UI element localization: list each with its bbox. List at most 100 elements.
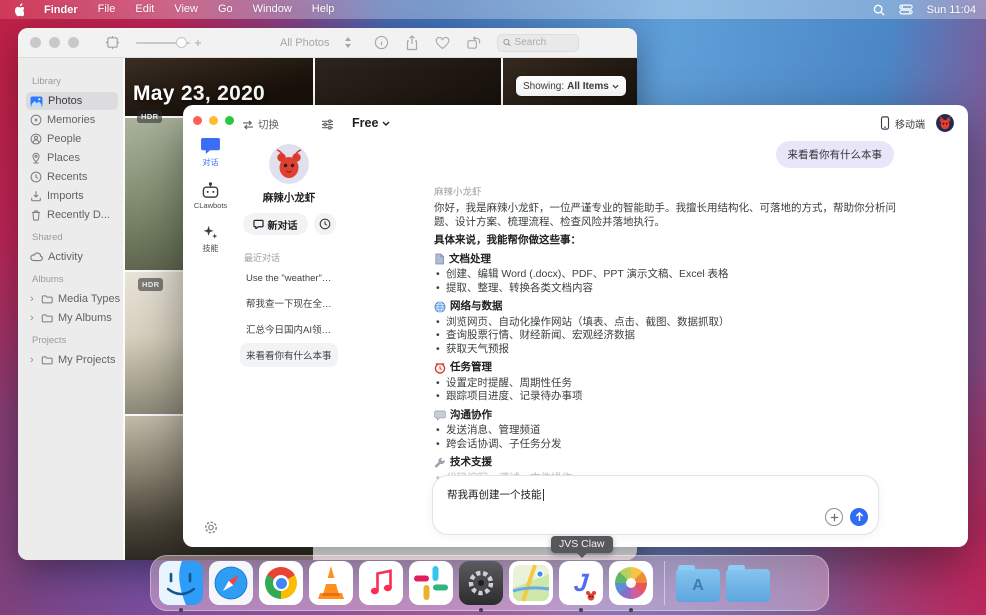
dock-vlc[interactable]	[309, 561, 353, 605]
assistant-lead: 具体来说，我能帮你做这些事：	[434, 234, 900, 248]
chevron-right-icon[interactable]: ›	[30, 293, 36, 305]
showing-filter-button[interactable]: Showing: All Items	[516, 76, 626, 96]
chevron-right-icon[interactable]: ›	[30, 354, 36, 366]
apple-icon[interactable]	[12, 3, 24, 17]
plan-selector[interactable]: Free	[352, 116, 390, 130]
sidebar-section-title: Projects	[32, 335, 123, 346]
menu-clock[interactable]: Sun 11:04	[927, 4, 976, 16]
menu-go[interactable]: Go	[208, 0, 243, 19]
nav-conversations[interactable]: 对话	[200, 137, 221, 168]
attach-plus-button[interactable]	[825, 508, 843, 526]
bullet-item: 跟踪项目进度、记录待办事项	[434, 390, 900, 404]
sidebar-item-recently-deleted[interactable]: Recently D...	[30, 206, 123, 224]
assistant-intro: 你好，我是麻辣小龙虾，一位严谨专业的智能助手。我擅长用结构化、可落地的方式，帮助…	[434, 202, 900, 229]
hdr-badge: HDR	[137, 110, 162, 123]
section-title: 网络与数据	[434, 300, 900, 314]
conversation-panel: 切换 麻辣小龙虾 新对话 最近对话 Use the "weather" skil…	[238, 105, 340, 547]
dock-system-settings[interactable]	[459, 561, 503, 605]
dock-music[interactable]	[359, 561, 403, 605]
sidebar-item-memories[interactable]: Memories	[30, 111, 123, 129]
sidebar-item-media-types[interactable]: › Media Types	[30, 290, 123, 308]
sidebar-item-photos[interactable]: Photos	[26, 92, 118, 110]
chat-main-area: Free 移动端 来看看你有什么本事 麻辣小龙虾 你好，我是麻辣小龙虾，一位严谨…	[340, 105, 968, 547]
assistant-message-author: 麻辣小龙虾	[434, 184, 900, 198]
control-center-icon[interactable]	[899, 4, 913, 15]
favorite-icon[interactable]	[435, 36, 450, 50]
menu-view[interactable]: View	[164, 0, 208, 19]
menu-window[interactable]: Window	[243, 0, 302, 19]
nav-clawbots[interactable]: CLawbots	[194, 182, 227, 210]
sidebar-item-my-projects[interactable]: › My Projects	[30, 351, 123, 369]
rotate-icon[interactable]	[466, 35, 481, 50]
dock-photos[interactable]	[609, 561, 653, 605]
folder-icon	[41, 355, 53, 365]
dock-documents-folder[interactable]	[726, 561, 770, 605]
menu-edit[interactable]: Edit	[125, 0, 164, 19]
photos-search-field[interactable]	[497, 34, 579, 52]
history-button[interactable]	[314, 213, 336, 235]
mobile-link-label[interactable]: 移动端	[895, 116, 925, 131]
dock-chrome[interactable]	[259, 561, 303, 605]
zoom-button[interactable]	[68, 37, 79, 48]
menu-help[interactable]: Help	[302, 0, 345, 19]
search-input[interactable]	[515, 37, 573, 48]
nav-skills[interactable]: 技能	[202, 224, 219, 254]
text-caret	[543, 489, 544, 501]
chat-nav-rail: 对话 CLawbots 技能	[183, 105, 238, 547]
settings-gear-icon[interactable]	[203, 520, 218, 535]
send-button[interactable]	[850, 508, 868, 526]
sidebar-item-places[interactable]: Places	[30, 149, 123, 167]
library-view-select[interactable]: All Photos	[280, 37, 352, 49]
section-title: 文档处理	[434, 253, 900, 267]
hdr-badge: HDR	[138, 278, 163, 291]
sidebar-item-activity[interactable]: Activity	[30, 248, 123, 266]
user-avatar[interactable]	[936, 114, 954, 132]
new-chat-button[interactable]: 新对话	[243, 213, 308, 235]
sidebar-item-imports[interactable]: Imports	[30, 187, 123, 205]
bullet-item: 发送消息、管理频道	[434, 424, 900, 438]
list-options-icon[interactable]	[321, 119, 334, 130]
section-title: 沟通协作	[434, 409, 900, 423]
dock-maps[interactable]	[509, 561, 553, 605]
search-icon[interactable]	[873, 4, 885, 16]
mobile-phone-icon	[880, 116, 890, 130]
aspect-ratio-icon[interactable]	[105, 35, 120, 50]
dock-finder[interactable]	[159, 561, 203, 605]
document-icon	[434, 253, 445, 265]
bullet-item: 浏览网页、自动化操作网站（填表、点击、截图、数据抓取）	[434, 316, 900, 330]
minimize-button[interactable]	[49, 37, 60, 48]
dock-slack[interactable]	[409, 561, 453, 605]
assistant-message-body: 你好，我是麻辣小龙虾，一位严谨专业的智能助手。我擅长用结构化、可落地的方式，帮助…	[434, 202, 900, 485]
chat-input-box[interactable]: 帮我再创建一个技能	[432, 475, 879, 535]
assistant-name: 麻辣小龙虾	[238, 190, 340, 205]
chevron-right-icon[interactable]: ›	[30, 312, 36, 324]
sidebar-item-recents[interactable]: Recents	[30, 168, 123, 186]
assistant-avatar[interactable]	[269, 144, 309, 184]
chat-input-text[interactable]: 帮我再创建一个技能	[447, 487, 542, 502]
menu-file[interactable]: File	[88, 0, 126, 19]
conversation-item[interactable]: 帮我查一下现在全网最火的...	[240, 291, 338, 315]
new-chat-icon	[253, 219, 264, 229]
dock-jvs-claw[interactable]: J	[559, 561, 603, 605]
conversation-item[interactable]: Use the "weather" skil...	[240, 268, 338, 289]
bullet-item: 获取天气预报	[434, 343, 900, 357]
dock-safari[interactable]	[209, 561, 253, 605]
sidebar-item-people[interactable]: People	[30, 130, 123, 148]
dock-trash[interactable]	[776, 561, 820, 605]
info-icon[interactable]	[374, 35, 389, 50]
swap-arrows-icon	[242, 120, 254, 130]
chat-bubble-icon	[200, 137, 221, 155]
share-icon[interactable]	[405, 35, 419, 51]
conversation-item[interactable]: 汇总今日国内AI领域的最新...	[240, 317, 338, 341]
sparkles-icon	[202, 224, 219, 241]
thumbnail-zoom-slider[interactable]	[136, 39, 202, 47]
bullet-item: 设置定时提醒、周期性任务	[434, 377, 900, 391]
switch-assistant-button[interactable]: 切换	[242, 117, 279, 132]
menu-app-name[interactable]: Finder	[34, 4, 88, 16]
close-button[interactable]	[30, 37, 41, 48]
conversation-item-active[interactable]: 来看看你有什么本事	[240, 343, 338, 367]
sidebar-item-my-albums[interactable]: › My Albums	[30, 309, 123, 327]
cloud-icon	[30, 252, 43, 262]
user-message-bubble: 来看看你有什么本事	[776, 141, 895, 168]
dock-applications-folder[interactable]: A	[676, 561, 720, 605]
